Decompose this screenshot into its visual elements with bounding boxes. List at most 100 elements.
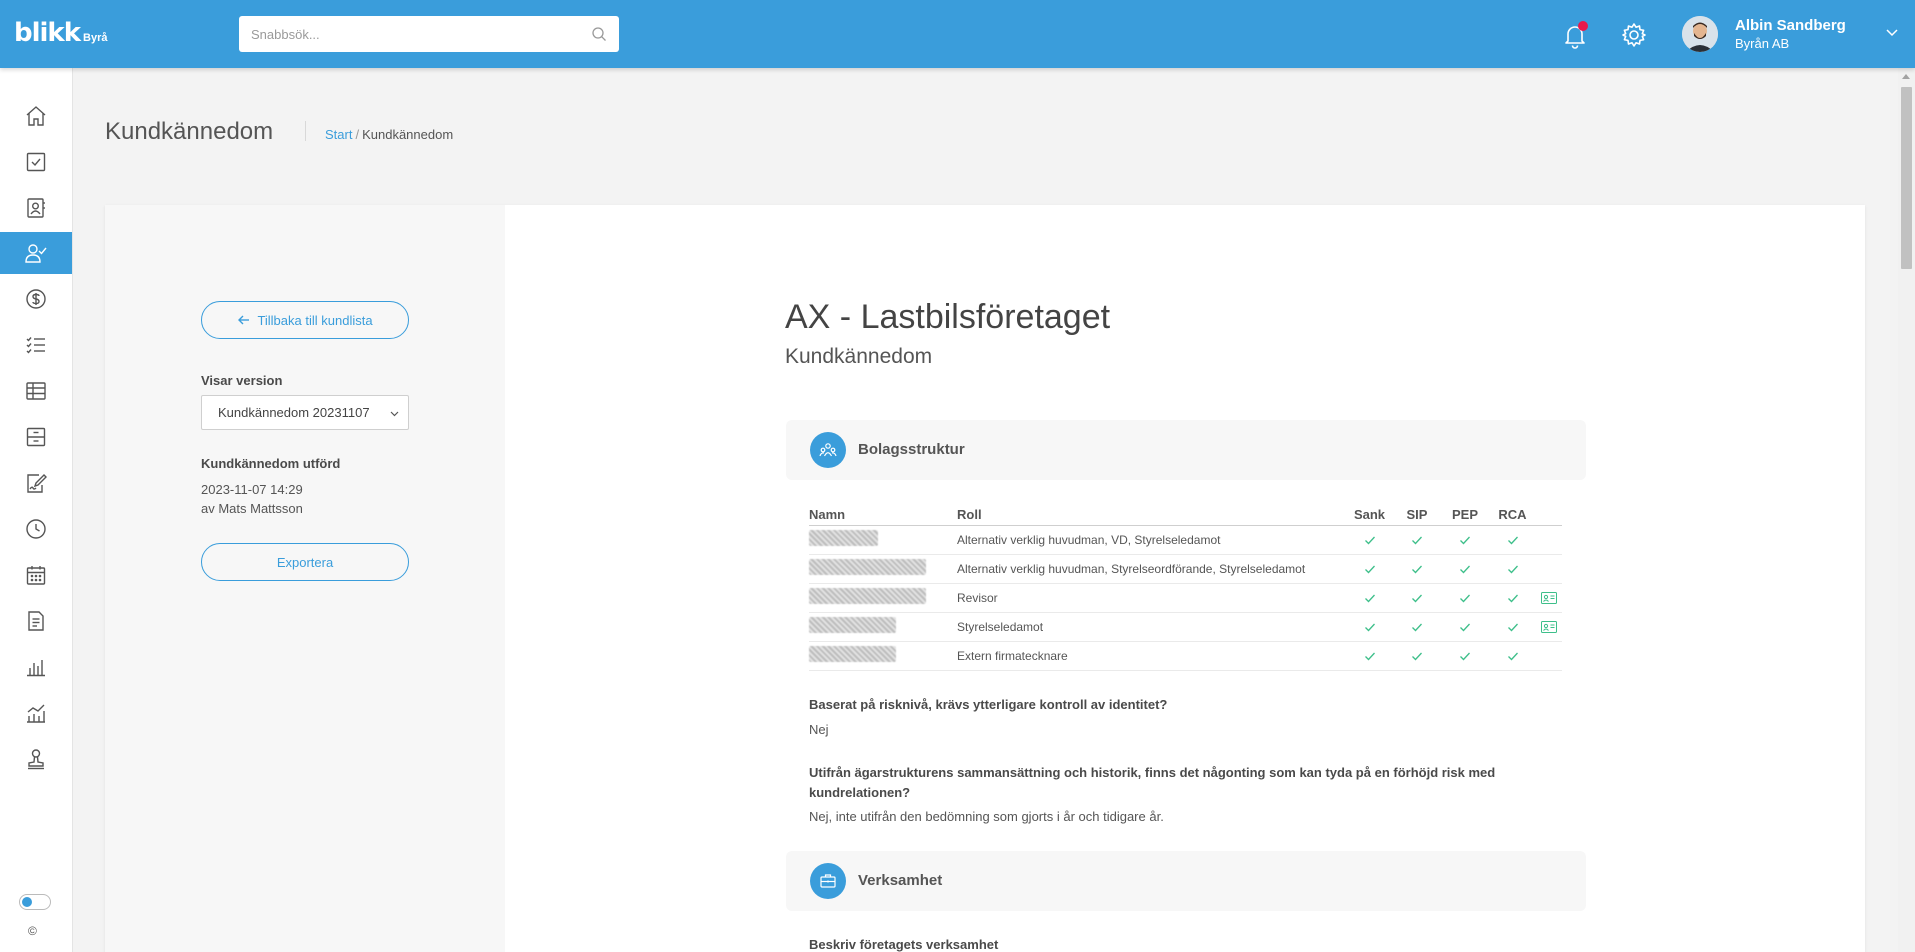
sidebar-item-documents[interactable] (0, 600, 72, 642)
column-header-pep: PEP (1441, 505, 1489, 526)
cell-pep (1441, 583, 1489, 613)
column-header-id (1536, 505, 1562, 526)
section-icon-badge (810, 863, 846, 899)
search-icon[interactable] (591, 26, 607, 42)
toggle-knob (22, 897, 32, 907)
sidebar-item-time[interactable] (0, 508, 72, 550)
arrow-left-icon (238, 315, 250, 325)
briefcase-icon (820, 874, 836, 888)
redacted-name (809, 646, 896, 662)
logo-subtext: Byrå (83, 32, 108, 44)
cell-sip (1393, 583, 1441, 613)
sidebar-item-kundkannedom[interactable] (0, 232, 72, 274)
sidebar-item-invoicing[interactable] (0, 278, 72, 320)
check-icon (1460, 565, 1470, 574)
version-select[interactable]: Kundkännedom 20231107 (201, 395, 409, 430)
document-icon (28, 611, 44, 631)
sidebar-item-stamp[interactable] (0, 738, 72, 780)
breadcrumb-start-link[interactable]: Start (325, 127, 352, 142)
sidebar-item-archive[interactable] (0, 416, 72, 458)
check-icon (1364, 565, 1375, 574)
check-icon (1364, 536, 1375, 545)
column-header-rca: RCA (1489, 505, 1536, 526)
table-body: Alternativ verklig huvudman, VD, Styrels… (809, 525, 1562, 671)
check-icon (1364, 623, 1375, 632)
sidebar-item-reports[interactable] (0, 646, 72, 688)
scroll-thumb[interactable] (1901, 87, 1912, 269)
settings-button[interactable] (1619, 20, 1649, 50)
check-icon (1412, 623, 1422, 632)
line-chart-icon (27, 704, 45, 723)
page-subtitle: Kundkännedom (785, 345, 933, 368)
breadcrumb: Start / Kundkännedom (325, 127, 453, 142)
calendar-icon (26, 566, 46, 585)
home-icon (26, 106, 46, 126)
table-icon (26, 382, 46, 400)
id-card-icon[interactable] (1541, 592, 1557, 605)
cell-id (1536, 525, 1562, 555)
page-scrollbar[interactable] (1898, 68, 1915, 952)
logo[interactable]: blikk Byrå (14, 18, 108, 48)
search-input[interactable] (239, 16, 619, 52)
table-row: Alternativ verklig huvudman, VD, Styrels… (809, 525, 1562, 555)
cell-pep (1441, 641, 1489, 671)
user-company: Byrån AB (1735, 36, 1790, 51)
theme-toggle[interactable] (19, 894, 51, 910)
check-icon (1507, 536, 1518, 545)
cell-sank (1346, 612, 1393, 642)
checklist-icon (26, 152, 46, 172)
section-header-bolagsstruktur: Bolagsstruktur (786, 420, 1586, 480)
version-label: Visar version (201, 373, 283, 388)
check-icon (1460, 594, 1470, 603)
sidebar-item-tasks[interactable] (0, 141, 72, 183)
check-icon (1460, 536, 1470, 545)
user-menu[interactable]: Albin Sandberg Byrån AB (1682, 14, 1902, 54)
question-business-description: Beskriv företagets verksamhet (809, 937, 999, 952)
column-header-sip: SIP (1393, 505, 1441, 526)
sidebar-item-tables[interactable] (0, 370, 72, 412)
cell-id (1536, 583, 1562, 613)
cell-role: Revisor (957, 583, 1346, 613)
section-title-bolagsstruktur: Bolagsstruktur (858, 441, 965, 458)
check-icon (1507, 623, 1518, 632)
cell-sank (1346, 583, 1393, 613)
users-icon (819, 443, 837, 457)
cell-role: Alternativ verklig huvudman, Styrelseord… (957, 554, 1346, 584)
notifications-button[interactable] (1560, 20, 1590, 50)
cell-name (809, 525, 957, 555)
sidebar-item-calendar[interactable] (0, 554, 72, 596)
check-icon (1507, 594, 1518, 603)
cell-pep (1441, 612, 1489, 642)
section-icon-badge (810, 432, 846, 468)
export-button[interactable]: Exportera (201, 543, 409, 581)
check-icon (1507, 652, 1518, 661)
sidebar-item-checklists[interactable] (0, 324, 72, 366)
scroll-up-arrow[interactable] (1902, 74, 1910, 79)
back-to-customer-list-button[interactable]: Tillbaka till kundlista (201, 301, 409, 339)
check-icon (1412, 565, 1422, 574)
redacted-name (809, 617, 896, 633)
copyright: © (28, 924, 37, 938)
export-button-label: Exportera (276, 554, 334, 570)
cell-id (1536, 612, 1562, 642)
sidebar-item-home[interactable] (0, 95, 72, 137)
check-icon (1364, 594, 1375, 603)
id-card-icon[interactable] (1541, 621, 1557, 634)
top-bar: blikk Byrå Albin Sandberg Byrån AB (0, 0, 1915, 68)
check-icon (1412, 536, 1422, 545)
redacted-name (809, 588, 926, 604)
logo-text: blikk (14, 18, 81, 48)
sidebar-item-contacts[interactable] (0, 187, 72, 229)
question-identity-check: Baserat på risknivå, krävs ytterligare k… (809, 697, 1168, 712)
avatar (1682, 16, 1718, 52)
sidebar-item-analytics[interactable] (0, 692, 72, 734)
check-icon (1507, 565, 1518, 574)
sidebar-item-signing[interactable] (0, 462, 72, 504)
cell-role: Extern firmatecknare (957, 641, 1346, 671)
cell-sip (1393, 612, 1441, 642)
redacted-name (809, 530, 878, 546)
version-select-value: Kundkännedom 20231107 (218, 405, 370, 420)
table-row: Alternativ verklig huvudman, Styrelseord… (809, 554, 1562, 584)
column-header-name: Namn (809, 505, 957, 526)
gear-icon (1622, 23, 1646, 47)
